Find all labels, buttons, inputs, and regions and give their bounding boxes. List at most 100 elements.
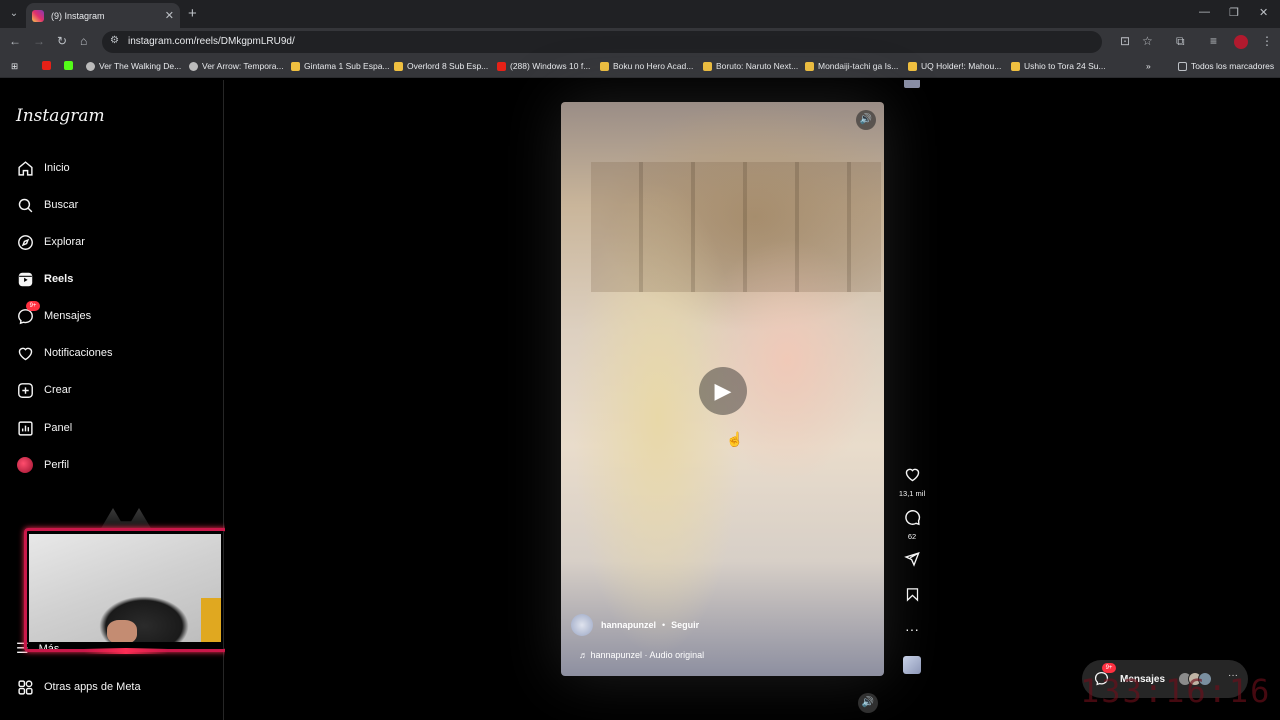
bookmark-7[interactable]: Mondaiji-tachi ga Is... [805,61,898,71]
bookmark-2[interactable]: Gintama 1 Sub Espa... [291,61,390,71]
bookmark-favicon-icon [291,61,300,71]
bookmark-label: (288) Windows 10 f... [510,61,591,71]
comment-count: 62 [907,532,917,541]
restore-icon[interactable]: ❐ [1229,6,1239,19]
media-control-icon[interactable]: ≡ [1210,34,1217,48]
bookmark-8[interactable]: UQ Holder!: Mahou... [908,61,1001,71]
webcam-video [29,534,221,642]
bookmark-favicon-icon [908,61,917,71]
bookmark-icon [896,587,928,607]
close-tab-icon[interactable]: ✕ [165,9,174,22]
extensions-icon[interactable]: ⧉ [1176,34,1185,49]
bookmarks-overflow-icon[interactable]: » [1146,61,1151,71]
bookmark-0[interactable]: Ver The Walking De... [86,61,181,71]
webcam-frame-ornament [100,508,152,530]
audio-thumbnail[interactable] [903,656,921,674]
separator-dot: • [662,620,666,630]
back-icon[interactable]: ← [9,34,21,48]
meta-apps-icon [16,678,34,696]
sidebar-item-label: Perfil [44,459,70,471]
bookmark-star-icon[interactable]: ☆ [1142,34,1153,48]
play-icon[interactable]: ▶ [699,367,747,415]
reel-author: hannapunzel • Seguir [571,614,699,636]
bookmark-9[interactable]: Ushio to Tora 24 Su... [1011,61,1106,71]
streamer-face [107,620,137,642]
sidebar-item-explorar[interactable]: Explorar [16,232,85,252]
share-button[interactable] [896,551,928,572]
sidebar-item-inicio[interactable]: Inicio [16,158,70,178]
browser-menu-icon[interactable]: ⋮ [1261,34,1273,48]
comment-button[interactable]: 62 [896,509,928,541]
bookmark-favicon-icon [1011,61,1020,71]
like-button[interactable]: 13,1 mil [896,466,928,498]
bookmark-6[interactable]: Boruto: Naruto Next... [703,61,798,71]
avatar[interactable] [571,614,593,636]
sidebar-item-perfil[interactable]: Perfil [16,455,69,475]
address-bar[interactable]: ⚙ instagram.com/reels/DMkgpmLRU9d/ [102,31,1102,53]
plus-square-icon [16,381,34,399]
all-bookmarks[interactable]: Todos los marcadores [1178,61,1274,71]
volume-icon[interactable]: 🔊 [856,110,876,130]
sidebar-item-otras-apps-meta[interactable]: Otras apps de Meta [16,677,141,697]
reel-video[interactable]: 🔊 ▶ hannapunzel • Seguir ♬ hannapunzel ·… [561,102,884,676]
more-options-button[interactable]: ··· [896,620,928,638]
reload-icon[interactable]: ↻ [57,34,67,48]
bookmark-kick-icon[interactable] [64,61,77,70]
bookmark-favicon-icon [394,61,403,71]
sidebar-item-label: Notificaciones [44,347,113,359]
sidebar-item-label: Inicio [44,162,70,174]
globe-icon [86,61,95,71]
sidebar-item-notificaciones[interactable]: Notificaciones [16,343,112,363]
apps-grid-icon[interactable]: ⊞ [11,61,18,72]
search-icon [16,196,34,214]
new-tab-button[interactable]: + [188,5,197,22]
browser-tabstrip: ⌄ (9) Instagram ✕ + — ❐ ✕ [0,0,1280,28]
all-bookmarks-label: Todos los marcadores [1191,61,1275,71]
webcam-overlay [24,508,228,656]
browser-tab[interactable]: (9) Instagram ✕ [26,3,180,28]
compass-icon [16,233,34,251]
bookmark-youtube-icon[interactable] [42,61,55,70]
site-info-icon[interactable]: ⚙ [110,35,119,46]
reel-username[interactable]: hannapunzel [601,620,656,630]
follow-button[interactable]: Seguir [671,620,699,630]
sidebar-item-label: Explorar [44,236,85,248]
sidebar-item-label: Otras apps de Meta [44,681,141,693]
profile-avatar-icon[interactable] [1234,35,1248,49]
bookmark-3[interactable]: Overlord 8 Sub Esp... [394,61,488,71]
bookmark-5[interactable]: Boku no Hero Acad... [600,61,693,71]
next-reel-volume-icon[interactable]: 🔊 [858,693,878,713]
reel-audio-link[interactable]: ♬ hannapunzel · Audio original [579,650,704,660]
close-window-icon[interactable]: ✕ [1259,6,1268,19]
previous-reel-thumbnail[interactable] [904,80,920,88]
sidebar-item-crear[interactable]: Crear [16,380,72,400]
forward-icon[interactable]: → [33,34,45,48]
sidebar-item-buscar[interactable]: Buscar [16,195,78,215]
bookmark-1[interactable]: Ver Arrow: Tempora... [189,61,284,71]
home-icon [16,159,34,177]
bookmark-favicon-icon [600,61,609,71]
tab-search-icon[interactable]: ⌄ [6,6,22,22]
sidebar-item-mensajes[interactable]: 9+ Mensajes [16,301,91,326]
bookmark-label: Gintama 1 Sub Espa... [304,61,390,71]
bookmark-label: Overlord 8 Sub Esp... [407,61,489,71]
bookmark-favicon-icon [805,61,814,71]
sidebar-item-label: Reels [44,273,74,285]
hand-cursor-icon: ☝ [726,431,744,447]
url-text: instagram.com/reels/DMkgpmLRU9d/ [128,36,295,47]
bookmark-4[interactable]: (288) Windows 10 f... [497,61,590,71]
instagram-logo[interactable]: Instagram [16,106,105,126]
globe-icon [189,61,198,71]
browser-toolbar: ← → ↻ ⌂ ⚙ instagram.com/reels/DMkgpmLRU9… [0,28,1280,56]
bookmark-label: Ver Arrow: Tempora... [202,61,284,71]
minimize-icon[interactable]: — [1199,6,1210,18]
sidebar-item-reels[interactable]: Reels [16,269,73,289]
install-app-icon[interactable]: ⊡ [1120,34,1130,48]
messenger-icon: 9+ [16,301,40,325]
sidebar-item-panel[interactable]: Panel [16,418,72,438]
tab-title: (9) Instagram [51,10,105,21]
bookmark-label: UQ Holder!: Mahou... [921,61,1002,71]
stream-timer-overlay: 133:16:16 [1080,672,1272,710]
save-button[interactable] [896,587,928,607]
home-browser-icon[interactable]: ⌂ [80,34,87,48]
